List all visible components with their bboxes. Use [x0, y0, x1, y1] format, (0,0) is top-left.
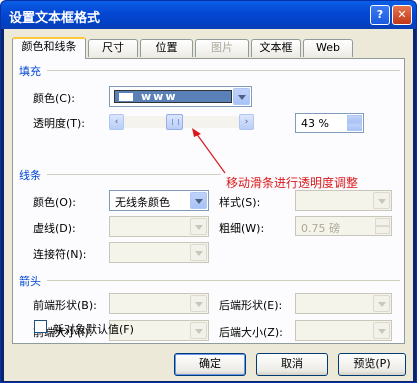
- begin-style-combo: [109, 293, 209, 314]
- spin-down-icon[interactable]: [347, 123, 362, 131]
- default-for-new-objects-checkbox[interactable]: [34, 320, 47, 333]
- line-color-label: 颜色(O):: [33, 196, 76, 209]
- end-style-label: 后端形状(E):: [219, 299, 283, 312]
- fill-section-divider: [47, 70, 400, 71]
- dash-combo: [109, 216, 209, 237]
- dialog-title: 设置文本框格式: [9, 11, 101, 26]
- chevron-down-icon: [190, 244, 207, 261]
- line-weight-spinner: 0.75 磅: [295, 216, 392, 236]
- annotation-text: 移动滑条进行透明度调整: [226, 176, 359, 190]
- fill-swatch: www: [114, 90, 232, 103]
- line-section-title: 线条: [19, 169, 41, 182]
- line-weight-value: 0.75 磅: [301, 222, 340, 235]
- chevron-left-icon[interactable]: ‹: [109, 114, 124, 130]
- preview-button[interactable]: 预览(P): [338, 353, 406, 376]
- line-color-combo[interactable]: 无线条颜色: [109, 190, 209, 211]
- line-style-label: 样式(S):: [219, 196, 261, 209]
- dash-label: 虚线(D):: [33, 222, 76, 235]
- tab-panel-colors-lines: 填充 颜色(C): www 透明度(T): ‹ › 43 % 移动滑条进行透明度…: [12, 58, 405, 344]
- chevron-down-icon: [373, 192, 390, 209]
- spin-up-icon[interactable]: [347, 115, 362, 123]
- begin-style-label: 前端形状(B):: [33, 299, 97, 312]
- line-style-combo: [295, 190, 392, 211]
- chevron-down-icon: [190, 295, 207, 312]
- line-section-divider: [47, 174, 221, 175]
- chevron-down-icon: [190, 218, 207, 235]
- tab-colors-lines[interactable]: 颜色和线条: [12, 37, 86, 59]
- chevron-down-icon: [373, 295, 390, 312]
- transparency-label: 透明度(T):: [33, 117, 86, 130]
- tab-picture: 图片: [195, 39, 249, 57]
- line-weight-label: 粗细(W):: [219, 222, 265, 235]
- arrows-section-title: 箭头: [19, 275, 41, 288]
- annotation-arrow-icon: [192, 128, 226, 174]
- tab-web[interactable]: Web: [303, 39, 353, 57]
- tab-textbox[interactable]: 文本框: [251, 39, 301, 57]
- title-bar[interactable]: 设置文本框格式 ? ✕: [1, 1, 416, 29]
- tab-position[interactable]: 位置: [140, 39, 193, 57]
- line-color-value: 无线条颜色: [115, 196, 170, 209]
- arrows-section-divider: [47, 280, 400, 281]
- fill-section-title: 填充: [19, 65, 41, 78]
- fill-color-label: 颜色(C):: [33, 92, 75, 105]
- chevron-down-icon[interactable]: [190, 192, 207, 209]
- end-size-label: 后端大小(Z):: [219, 326, 283, 339]
- chevron-right-icon[interactable]: ›: [239, 114, 254, 130]
- spin-down-icon: [375, 226, 390, 234]
- end-size-combo: [295, 320, 392, 341]
- transparency-spinner[interactable]: 43 %: [295, 113, 364, 133]
- tab-size[interactable]: 尺寸: [88, 39, 138, 57]
- ok-button[interactable]: 确定: [174, 353, 246, 376]
- transparency-slider[interactable]: ‹ ›: [109, 114, 254, 130]
- default-for-new-objects-label[interactable]: 新对象默认值(F): [53, 321, 134, 337]
- logo-icon: [119, 93, 133, 101]
- connector-combo: [109, 242, 209, 263]
- fill-swatch-text: www: [141, 90, 178, 103]
- cancel-button[interactable]: 取消: [256, 353, 328, 376]
- chevron-down-icon[interactable]: [233, 88, 250, 105]
- chevron-down-icon: [373, 322, 390, 339]
- dialog-body: 颜色和线条 尺寸 位置 图片 文本框 Web 填充 颜色(C): www 透明度…: [4, 29, 413, 381]
- slider-thumb[interactable]: [166, 114, 183, 130]
- help-button[interactable]: ?: [370, 5, 390, 25]
- fill-color-combo[interactable]: www: [109, 86, 252, 107]
- connector-label: 连接符(N):: [33, 248, 87, 261]
- end-style-combo: [295, 293, 392, 314]
- spin-up-icon: [375, 218, 390, 226]
- transparency-value: 43 %: [301, 117, 329, 130]
- format-textbox-dialog: 设置文本框格式 ? ✕ 颜色和线条 尺寸 位置 图片 文本框 Web 填充 颜色…: [0, 0, 417, 383]
- chevron-down-icon: [190, 322, 207, 339]
- close-button[interactable]: ✕: [392, 5, 412, 25]
